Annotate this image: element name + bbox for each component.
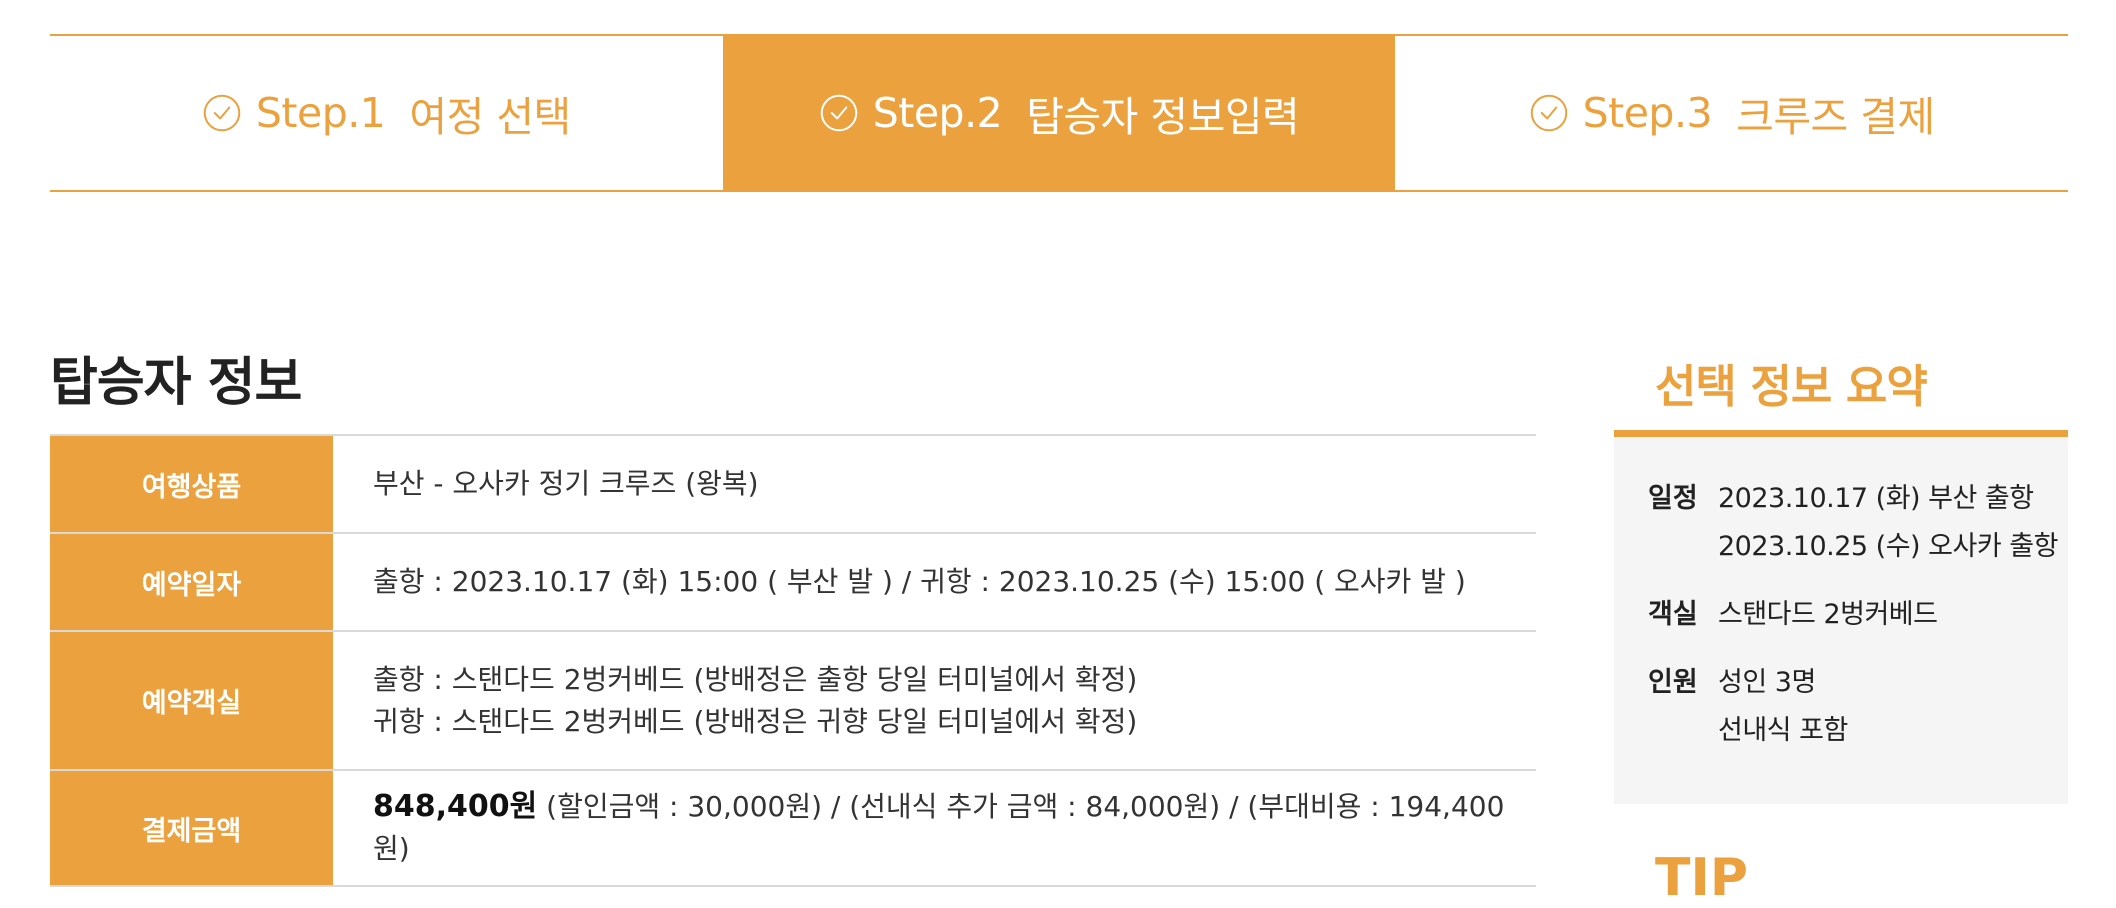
summary-people-line1: 성인 3명: [1718, 667, 1816, 698]
step-1-label: 여정 선택: [409, 93, 571, 141]
row-value-date: 출항 : 2023.10.17 (화) 15:00 ( 부산 발 ) / 귀항 …: [373, 565, 1466, 598]
row-value-product: 부산 - 오사카 정기 크루즈 (왕복): [373, 467, 759, 500]
check-circle-icon: [819, 93, 859, 133]
summary-people-label: 인원: [1648, 667, 1698, 698]
table-row-payment: 결제금액 848,400원 (할인금액 : 30,000원) / (선내식 추가…: [50, 771, 1536, 887]
step-2-number: Step.2: [872, 89, 1003, 137]
table-row-date: 예약일자 출항 : 2023.10.17 (화) 15:00 ( 부산 발 ) …: [50, 534, 1536, 632]
summary-title: 선택 정보 요약: [1655, 360, 1928, 413]
step-3: Step.3 크루즈 결제: [1395, 36, 2068, 190]
passenger-info-table: 여행상품 부산 - 오사카 정기 크루즈 (왕복) 예약일자 출항 : 2023…: [50, 434, 1536, 887]
section-title: 탑승자 정보: [50, 353, 302, 413]
payment-amount: 848,400원: [373, 789, 538, 824]
table-row-product: 여행상품 부산 - 오사카 정기 크루즈 (왕복): [50, 436, 1536, 534]
summary-schedule-label: 일정: [1648, 483, 1698, 514]
row-header-payment: 결제금액: [50, 771, 333, 885]
step-3-number: Step.3: [1582, 89, 1713, 137]
step-2: Step.2 탑승자 정보입력: [722, 36, 1396, 190]
summary-schedule-line1: 2023.10.17 (화) 부산 출항: [1718, 483, 2034, 514]
step-3-label: 크루즈 결제: [1736, 93, 1935, 141]
step-1-number: Step.1: [255, 89, 386, 137]
row-value-payment: 848,400원 (할인금액 : 30,000원) / (선내식 추가 금액 :…: [333, 771, 1536, 885]
summary-schedule-line2: 2023.10.25 (수) 오사카 출항: [1718, 531, 2058, 562]
table-row-cabin: 예약객실 출항 : 스탠다드 2벙커베드 (방배정은 출항 당일 터미널에서 확…: [50, 632, 1536, 771]
summary-room-value: 스탠다드 2벙커베드: [1718, 599, 1938, 630]
summary-people: 인원 성인 3명 선내식 포함: [1648, 659, 2068, 755]
row-header-cabin: 예약객실: [50, 632, 333, 769]
cabin-outbound: 출항 : 스탠다드 2벙커베드 (방배정은 출항 당일 터미널에서 확정): [373, 662, 1138, 696]
step-2-label: 탑승자 정보입력: [1026, 93, 1300, 141]
step-1: Step.1 여정 선택: [50, 36, 723, 190]
summary-schedule: 일정 2023.10.17 (화) 부산 출항 2023.10.25 (수) 오…: [1648, 475, 2068, 571]
summary-room-label: 객실: [1648, 599, 1698, 630]
summary-room: 객실 스탠다드 2벙커베드: [1648, 591, 2068, 639]
summary-people-line2: 선내식 포함: [1718, 715, 1848, 746]
payment-detail: (할인금액 : 30,000원) / (선내식 추가 금액 : 84,000원)…: [373, 790, 1505, 865]
cabin-return: 귀항 : 스탠다드 2벙커베드 (방배정은 귀향 당일 터미널에서 확정): [373, 704, 1138, 738]
step-progress-bar: Step.1 여정 선택 Step.2 탑승자 정보입력 Step.3 크루즈 …: [50, 34, 2068, 192]
check-circle-icon: [1529, 93, 1569, 133]
summary-box: 일정 2023.10.17 (화) 부산 출항 2023.10.25 (수) 오…: [1614, 430, 2068, 804]
row-header-product: 여행상품: [50, 436, 333, 532]
check-circle-icon: [202, 93, 242, 133]
row-header-date: 예약일자: [50, 534, 333, 630]
tip-title: TIP: [1655, 848, 1748, 908]
row-value-cabin: 출항 : 스탠다드 2벙커베드 (방배정은 출항 당일 터미널에서 확정) 귀항…: [333, 632, 1536, 769]
